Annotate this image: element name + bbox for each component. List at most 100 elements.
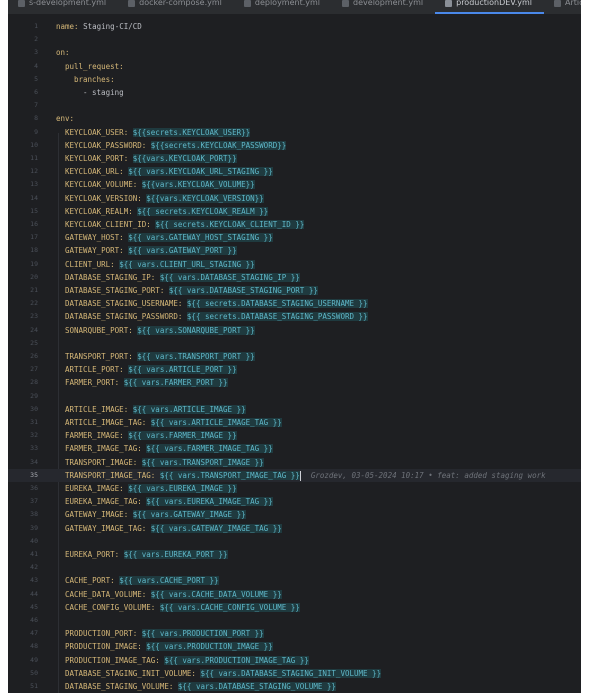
code-line[interactable]: 40	[8, 535, 581, 548]
line-number[interactable]: 20	[8, 271, 38, 284]
code-line[interactable]: 7	[8, 99, 581, 112]
line-number[interactable]: 32	[8, 429, 38, 442]
code-line[interactable]: 28 FARMER_PORT: ${{ vars.FARMER_PORT }}	[8, 376, 581, 389]
line-number[interactable]: 16	[8, 218, 38, 231]
tab-3[interactable]: development.yml	[332, 0, 435, 14]
code-line[interactable]: 34 TRANSPORT_IMAGE: ${{ vars.TRANSPORT_IM…	[8, 456, 581, 469]
line-number[interactable]: 27	[8, 363, 38, 376]
line-number[interactable]: 46	[8, 614, 38, 627]
code-line[interactable]: 42	[8, 561, 581, 574]
line-number[interactable]: 38	[8, 508, 38, 521]
line-number[interactable]: 12	[8, 165, 38, 178]
line-number[interactable]: 13	[8, 178, 38, 191]
line-number[interactable]: 48	[8, 640, 38, 653]
code-line[interactable]: 10 KEYCLOAK_PASSWORD: ${{secrets.KEYCLOAK…	[8, 139, 581, 152]
code-line[interactable]: 39 GATEWAY_IMAGE_TAG: ${{ vars.GATEWAY_IM…	[8, 522, 581, 535]
line-number[interactable]: 17	[8, 231, 38, 244]
line-number[interactable]: 37	[8, 495, 38, 508]
line-number[interactable]: 14	[8, 192, 38, 205]
line-number[interactable]: 42	[8, 561, 38, 574]
tab-5[interactable]: Article	[544, 0, 581, 14]
line-number[interactable]: 3	[8, 46, 38, 59]
line-number[interactable]: 40	[8, 535, 38, 548]
code-line[interactable]: 14 KEYCLOAK_VERSION: ${{vars.KEYCLOAK_VER…	[8, 192, 581, 205]
code-line[interactable]: 21 DATABASE_STAGING_PORT: ${{ vars.DATABA…	[8, 284, 581, 297]
code-line[interactable]: 2	[8, 33, 581, 46]
line-number[interactable]: 41	[8, 548, 38, 561]
line-number[interactable]: 25	[8, 337, 38, 350]
line-number[interactable]: 47	[8, 627, 38, 640]
tab-1[interactable]: docker-compose.yml	[118, 0, 234, 14]
line-number[interactable]: 2	[8, 33, 38, 46]
code-line[interactable]: 23 DATABASE_STAGING_PASSWORD: ${{ secrets…	[8, 310, 581, 323]
code-line[interactable]: 43 CACHE_PORT: ${{ vars.CACHE_PORT }}	[8, 574, 581, 587]
code-line[interactable]: 38 GATEWAY_IMAGE: ${{ vars.GATEWAY_IMAGE …	[8, 508, 581, 521]
line-number[interactable]: 7	[8, 99, 38, 112]
line-number[interactable]: 34	[8, 456, 38, 469]
line-number[interactable]: 23	[8, 310, 38, 323]
code-line[interactable]: 29	[8, 390, 581, 403]
code-line[interactable]: 20 DATABASE_STAGING_IP: ${{ vars.DATABASE…	[8, 271, 581, 284]
line-number[interactable]: 31	[8, 416, 38, 429]
tab-2[interactable]: deployment.yml	[234, 0, 332, 14]
code-line[interactable]: 50 DATABASE_STAGING_INIT_VOLUME: ${{ vars…	[8, 667, 581, 680]
line-number[interactable]: 49	[8, 654, 38, 667]
line-number[interactable]: 51	[8, 680, 38, 693]
code-line[interactable]: 3 on:	[8, 46, 581, 59]
line-number[interactable]: 22	[8, 297, 38, 310]
code-line[interactable]: 44 CACHE_DATA_VOLUME: ${{ vars.CACHE_DATA…	[8, 588, 581, 601]
code-line[interactable]: 32 FARMER_IMAGE: ${{ vars.FARMER_IMAGE }}	[8, 429, 581, 442]
code-line[interactable]: 6 - staging	[8, 86, 581, 99]
line-number[interactable]: 35	[8, 469, 38, 482]
code-line[interactable]: 45 CACHE_CONFIG_VOLUME: ${{ vars.CACHE_CO…	[8, 601, 581, 614]
code-line[interactable]: 9 KEYCLOAK_USER: ${{secrets.KEYCLOAK_USER…	[8, 126, 581, 139]
line-number[interactable]: 44	[8, 588, 38, 601]
code-line[interactable]: 24 SONARQUBE_PORT: ${{ vars.SONARQUBE_POR…	[8, 324, 581, 337]
line-number[interactable]: 9	[8, 126, 38, 139]
code-line[interactable]: 13 KEYCLOAK_VOLUME: ${{vars.KEYCLOAK_VOLU…	[8, 178, 581, 191]
code-line[interactable]: 12 KEYCLOAK_URL: ${{ vars.KEYCLOAK_URL_ST…	[8, 165, 581, 178]
line-number[interactable]: 1	[8, 20, 38, 33]
line-number[interactable]: 39	[8, 522, 38, 535]
code-line[interactable]: 47 PRODUCTION_PORT: ${{ vars.PRODUCTION_P…	[8, 627, 581, 640]
line-number[interactable]: 45	[8, 601, 38, 614]
code-line[interactable]: 18 GATEWAY_PORT: ${{ vars.GATEWAY_PORT }}	[8, 244, 581, 257]
code-line[interactable]: 51 DATABASE_STAGING_VOLUME: ${{ vars.DATA…	[8, 680, 581, 693]
line-number[interactable]: 28	[8, 376, 38, 389]
code-line[interactable]: 41 EUREKA_PORT: ${{ vars.EUREKA_PORT }}	[8, 548, 581, 561]
code-line[interactable]: 4 pull_request:	[8, 60, 581, 73]
line-number[interactable]: 30	[8, 403, 38, 416]
code-line[interactable]: 46	[8, 614, 581, 627]
line-number[interactable]: 6	[8, 86, 38, 99]
code-line[interactable]: 1 name: Staging-CI/CD	[8, 20, 581, 33]
code-line[interactable]: 25	[8, 337, 581, 350]
line-number[interactable]: 5	[8, 73, 38, 86]
code-line[interactable]: 31 ARTICLE_IMAGE_TAG: ${{ vars.ARTICLE_IM…	[8, 416, 581, 429]
line-number[interactable]: 10	[8, 139, 38, 152]
code-line[interactable]: 11 KEYCLOAK_PORT: ${{vars.KEYCLOAK_PORT}}	[8, 152, 581, 165]
code-line[interactable]: 26 TRANSPORT_PORT: ${{ vars.TRANSPORT_POR…	[8, 350, 581, 363]
line-number[interactable]: 8	[8, 112, 38, 125]
tab-0[interactable]: s-development.yml	[8, 0, 118, 14]
code-line[interactable]: 5 branches:	[8, 73, 581, 86]
code-line[interactable]: 19 CLIENT_URL: ${{ vars.CLIENT_URL_STAGIN…	[8, 258, 581, 271]
code-line[interactable]: 48 PRODUCTION_IMAGE: ${{ vars.PRODUCTION_…	[8, 640, 581, 653]
code-line[interactable]: 15 KEYCLOAK_REALM: ${{ secrets.KEYCLOAK_R…	[8, 205, 581, 218]
code-line[interactable]: 36 EUREKA_IMAGE: ${{ vars.EUREKA_IMAGE }}	[8, 482, 581, 495]
code-editor[interactable]: 1 name: Staging-CI/CD 2 3 on: 4 pull_request: 5…	[8, 14, 581, 693]
code-line[interactable]: 22 DATABASE_STAGING_USERNAME: ${{ secrets…	[8, 297, 581, 310]
code-line[interactable]: 27 ARTICLE_PORT: ${{ vars.ARTICLE_PORT }}	[8, 363, 581, 376]
code-line[interactable]: 16 KEYCLOAK_CLIENT_ID: ${{ secrets.KEYCLO…	[8, 218, 581, 231]
line-number[interactable]: 4	[8, 60, 38, 73]
line-number[interactable]: 33	[8, 442, 38, 455]
tab-4[interactable]: productionDEV.yml	[435, 0, 544, 14]
line-number[interactable]: 29	[8, 390, 38, 403]
code-line[interactable]: 8 env:	[8, 112, 581, 125]
code-line[interactable]: 33 FARMER_IMAGE_TAG: ${{ vars.FARMER_IMAG…	[8, 442, 581, 455]
line-number[interactable]: 18	[8, 244, 38, 257]
line-number[interactable]: 43	[8, 574, 38, 587]
line-number[interactable]: 26	[8, 350, 38, 363]
code-line[interactable]: 35 TRANSPORT_IMAGE_TAG: ${{ vars.TRANSPOR…	[8, 468, 581, 482]
line-number[interactable]: 11	[8, 152, 38, 165]
code-line[interactable]: 30 ARTICLE_IMAGE: ${{ vars.ARTICLE_IMAGE …	[8, 403, 581, 416]
